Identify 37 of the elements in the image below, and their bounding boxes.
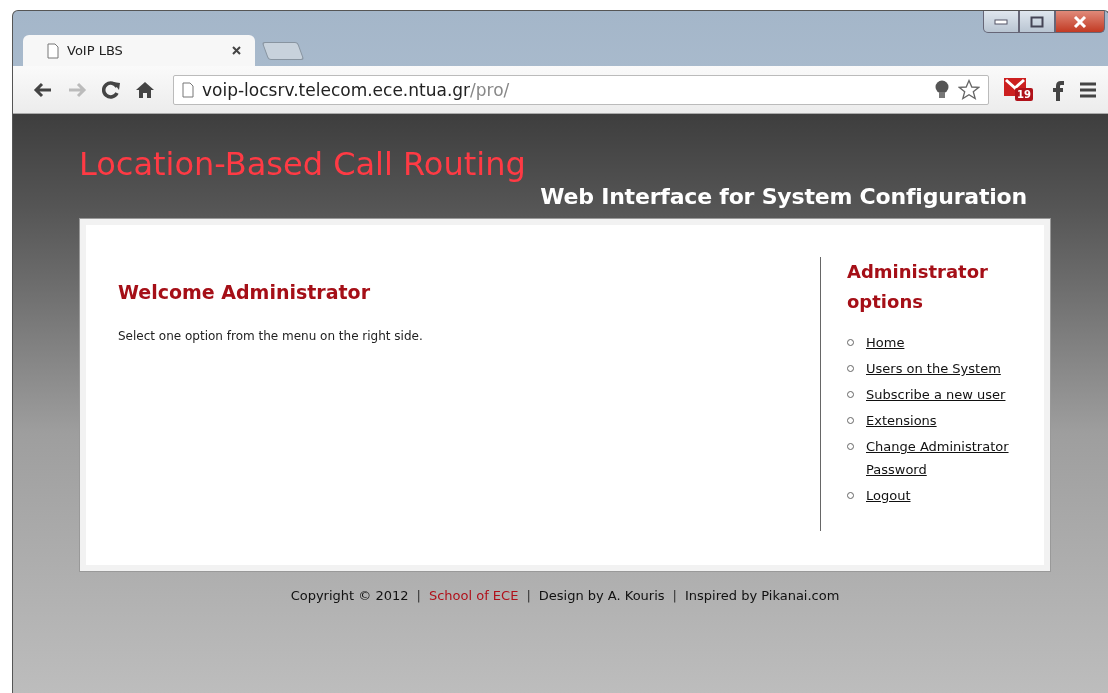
- separator: |: [526, 588, 531, 603]
- close-icon: [1073, 15, 1087, 28]
- minimize-icon: [994, 18, 1008, 25]
- sidebar-heading: Administrator options: [847, 260, 989, 314]
- separator: |: [416, 588, 421, 603]
- menu-link[interactable]: Subscribe a new user: [866, 383, 1006, 406]
- browser-tab[interactable]: VoIP LBS: [23, 35, 255, 66]
- footer-text: Inspired by Pikanai.com: [685, 588, 840, 603]
- menu-link[interactable]: Change Administrator Password: [866, 435, 1024, 481]
- reload-icon[interactable]: [101, 79, 121, 100]
- menu-link[interactable]: Users on the System: [866, 357, 1001, 380]
- star-icon[interactable]: [958, 78, 980, 101]
- minimize-button[interactable]: [983, 11, 1019, 33]
- address-bar[interactable]: voip-locsrv.telecom.ece.ntua.gr/pro/: [173, 74, 989, 105]
- footer-text: Design by A. Kouris: [538, 588, 665, 603]
- separator: |: [672, 588, 677, 603]
- menu-link[interactable]: Home: [866, 331, 905, 354]
- close-button[interactable]: [1055, 11, 1105, 33]
- home-icon[interactable]: [135, 79, 155, 100]
- site-subtitle: Web Interface for System Configuration: [540, 184, 1027, 209]
- maximize-button[interactable]: [1019, 11, 1055, 33]
- facebook-icon[interactable]: [1051, 78, 1065, 101]
- footer-text: Copyright © 2012: [290, 588, 409, 603]
- unread-count-badge: 19: [1015, 87, 1033, 101]
- instruction-text: Select one option from the menu on the right side.: [118, 329, 424, 343]
- welcome-heading: Welcome Administrator: [118, 281, 372, 303]
- site-title: Location-Based Call Routing: [79, 144, 527, 184]
- menu-link[interactable]: Extensions: [866, 409, 937, 432]
- maximize-icon: [1030, 15, 1044, 28]
- close-tab-icon[interactable]: [232, 46, 241, 55]
- page-icon: [47, 42, 59, 59]
- menu-icon[interactable]: [1079, 81, 1097, 98]
- back-icon[interactable]: [33, 81, 53, 98]
- mail-extension-button[interactable]: 19: [1003, 74, 1037, 105]
- page-icon: [182, 81, 194, 98]
- menu-link[interactable]: Logout: [866, 484, 911, 507]
- lightbulb-icon[interactable]: [934, 79, 950, 100]
